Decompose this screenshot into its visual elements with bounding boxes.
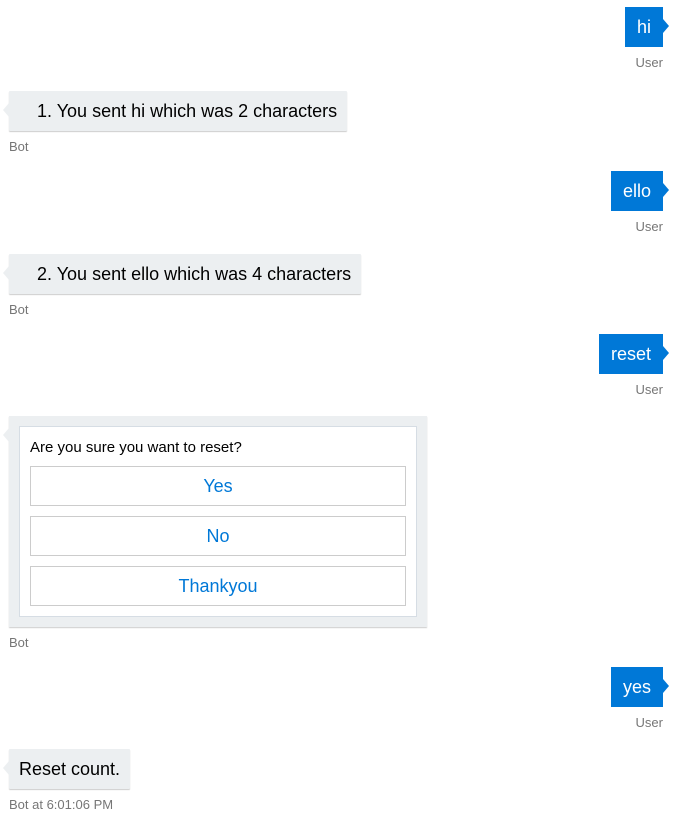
message-sender: User [635, 382, 663, 397]
message-sender: User [635, 715, 663, 730]
bot-message: 2. You sent ello which was 4 characters … [2, 254, 362, 317]
message-sender: Bot [9, 139, 29, 154]
message-timestamp: Bot at 6:01:06 PM [9, 797, 114, 812]
message-sender: Bot [9, 635, 29, 650]
hero-card: Are you sure you want to reset? Yes No T… [19, 426, 417, 617]
user-bubble: yes [610, 667, 670, 707]
yes-button[interactable]: Yes [30, 466, 406, 506]
bot-message: Reset count. Bot at 6:01:06 PM [2, 749, 131, 812]
thankyou-button[interactable]: Thankyou [30, 566, 406, 606]
no-button[interactable]: No [30, 516, 406, 556]
user-message: hi User [624, 7, 670, 70]
bot-bubble: Reset count. [2, 749, 131, 789]
bot-bubble: 1. You sent hi which was 2 characters [2, 91, 348, 131]
bot-message: 1. You sent hi which was 2 characters Bo… [2, 91, 348, 154]
message-sender: User [635, 55, 663, 70]
user-message: reset User [598, 334, 670, 397]
user-bubble: hi [624, 7, 670, 47]
bot-bubble: 2. You sent ello which was 4 characters [2, 254, 362, 294]
card-prompt: Are you sure you want to reset? [30, 439, 242, 456]
user-message: ello User [610, 171, 670, 234]
user-message: yes User [610, 667, 670, 730]
message-sender: Bot [9, 302, 29, 317]
hero-card-container: Are you sure you want to reset? Yes No T… [3, 416, 427, 627]
message-sender: User [635, 219, 663, 234]
user-bubble: reset [598, 334, 670, 374]
bot-card-message: Are you sure you want to reset? Yes No T… [3, 416, 427, 650]
user-bubble: ello [610, 171, 670, 211]
